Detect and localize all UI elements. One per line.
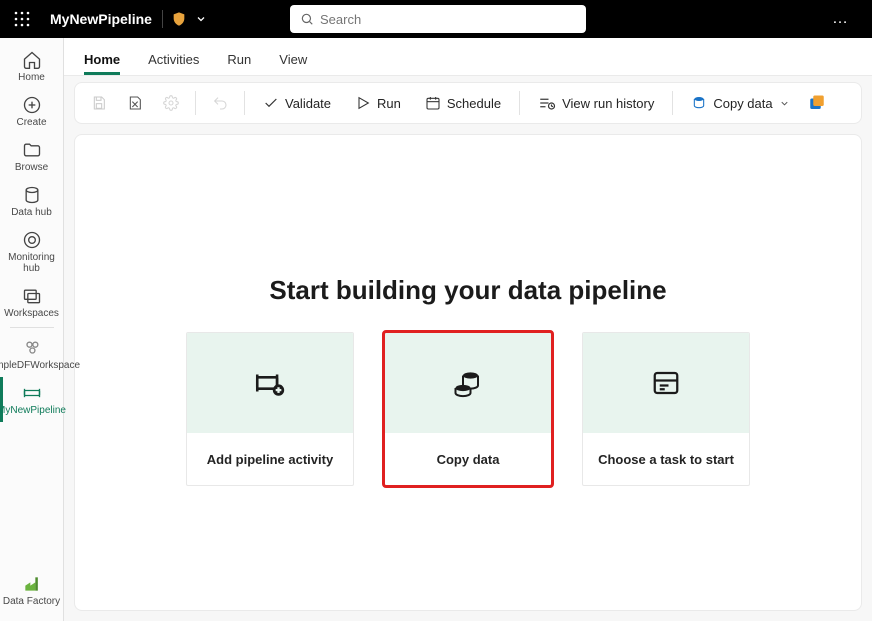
- tab-home[interactable]: Home: [84, 52, 120, 75]
- rail-datahub[interactable]: Data hub: [2, 179, 62, 224]
- rail-datahub-label: Data hub: [11, 207, 52, 218]
- app-launcher-icon[interactable]: [12, 9, 32, 29]
- card-copy-data[interactable]: Copy data: [384, 332, 552, 486]
- toolbar-divider: [519, 91, 520, 115]
- rail-mynewpipeline[interactable]: MyNewPipeline: [0, 377, 60, 422]
- schedule-label: Schedule: [447, 96, 501, 111]
- view-run-history-label: View run history: [562, 96, 654, 111]
- left-rail: Home Create Browse Data hub Monitoring h…: [0, 38, 64, 621]
- top-bar: MyNewPipeline …: [0, 0, 872, 38]
- card-add-activity-label: Add pipeline activity: [187, 433, 353, 485]
- rail-browse-label: Browse: [15, 162, 48, 173]
- top-more-icon[interactable]: …: [832, 10, 848, 28]
- card-choose-task-label: Choose a task to start: [583, 433, 749, 485]
- rail-mynewpipeline-label: MyNewPipeline: [0, 405, 66, 416]
- rail-home[interactable]: Home: [2, 44, 62, 89]
- card-copy-data-label: Copy data: [385, 433, 551, 485]
- tab-activities[interactable]: Activities: [148, 52, 199, 75]
- rail-monitoring-label: Monitoring hub: [2, 252, 62, 274]
- copy-data-button[interactable]: Copy data: [681, 89, 799, 117]
- rail-datafactory-label: Data Factory: [3, 596, 60, 607]
- discard-icon[interactable]: [119, 89, 151, 117]
- rail-create[interactable]: Create: [2, 89, 62, 134]
- copy-data-label: Copy data: [713, 96, 772, 111]
- rail-create-label: Create: [16, 117, 46, 128]
- rail-separator: [10, 327, 54, 328]
- toolbar: Validate Run Schedule View run history: [74, 82, 862, 124]
- run-button[interactable]: Run: [345, 89, 411, 117]
- toolbar-divider: [672, 91, 673, 115]
- pipeline-canvas: Start building your data pipeline Add pi…: [74, 134, 862, 611]
- search-field[interactable]: [320, 12, 576, 27]
- context-dropdown[interactable]: [195, 13, 207, 25]
- search-input[interactable]: [290, 5, 586, 33]
- rail-workspaces-label: Workspaces: [4, 308, 59, 319]
- copy-assistant-icon[interactable]: [804, 90, 830, 116]
- pipeline-title: MyNewPipeline: [50, 11, 152, 27]
- main-area: Home Activities Run View: [64, 38, 872, 621]
- rail-workspaces[interactable]: Workspaces: [2, 280, 62, 325]
- rail-home-label: Home: [18, 72, 45, 83]
- rail-sampledfw-label: SampleDFWorkspace: [0, 360, 80, 371]
- canvas-heading: Start building your data pipeline: [269, 275, 666, 306]
- validate-label: Validate: [285, 96, 331, 111]
- ribbon-tabs: Home Activities Run View: [64, 38, 872, 76]
- toolbar-divider: [195, 91, 196, 115]
- run-label: Run: [377, 96, 401, 111]
- settings-icon: [155, 89, 187, 117]
- tab-run[interactable]: Run: [227, 52, 251, 75]
- sensitivity-icon[interactable]: [171, 11, 187, 27]
- schedule-button[interactable]: Schedule: [415, 89, 511, 117]
- tab-view[interactable]: View: [279, 52, 307, 75]
- undo-icon: [204, 89, 236, 117]
- divider: [162, 10, 163, 28]
- toolbar-divider: [244, 91, 245, 115]
- rail-browse[interactable]: Browse: [2, 134, 62, 179]
- card-choose-task[interactable]: Choose a task to start: [582, 332, 750, 486]
- card-add-activity[interactable]: Add pipeline activity: [186, 332, 354, 486]
- save-icon: [83, 89, 115, 117]
- validate-button[interactable]: Validate: [253, 89, 341, 117]
- starter-cards: Add pipeline activity Copy data Choose a…: [186, 332, 750, 486]
- view-run-history-button[interactable]: View run history: [528, 88, 664, 118]
- rail-datafactory[interactable]: Data Factory: [2, 568, 62, 613]
- rail-monitoring[interactable]: Monitoring hub: [2, 224, 62, 280]
- rail-sampledfw[interactable]: SampleDFWorkspace: [2, 332, 62, 377]
